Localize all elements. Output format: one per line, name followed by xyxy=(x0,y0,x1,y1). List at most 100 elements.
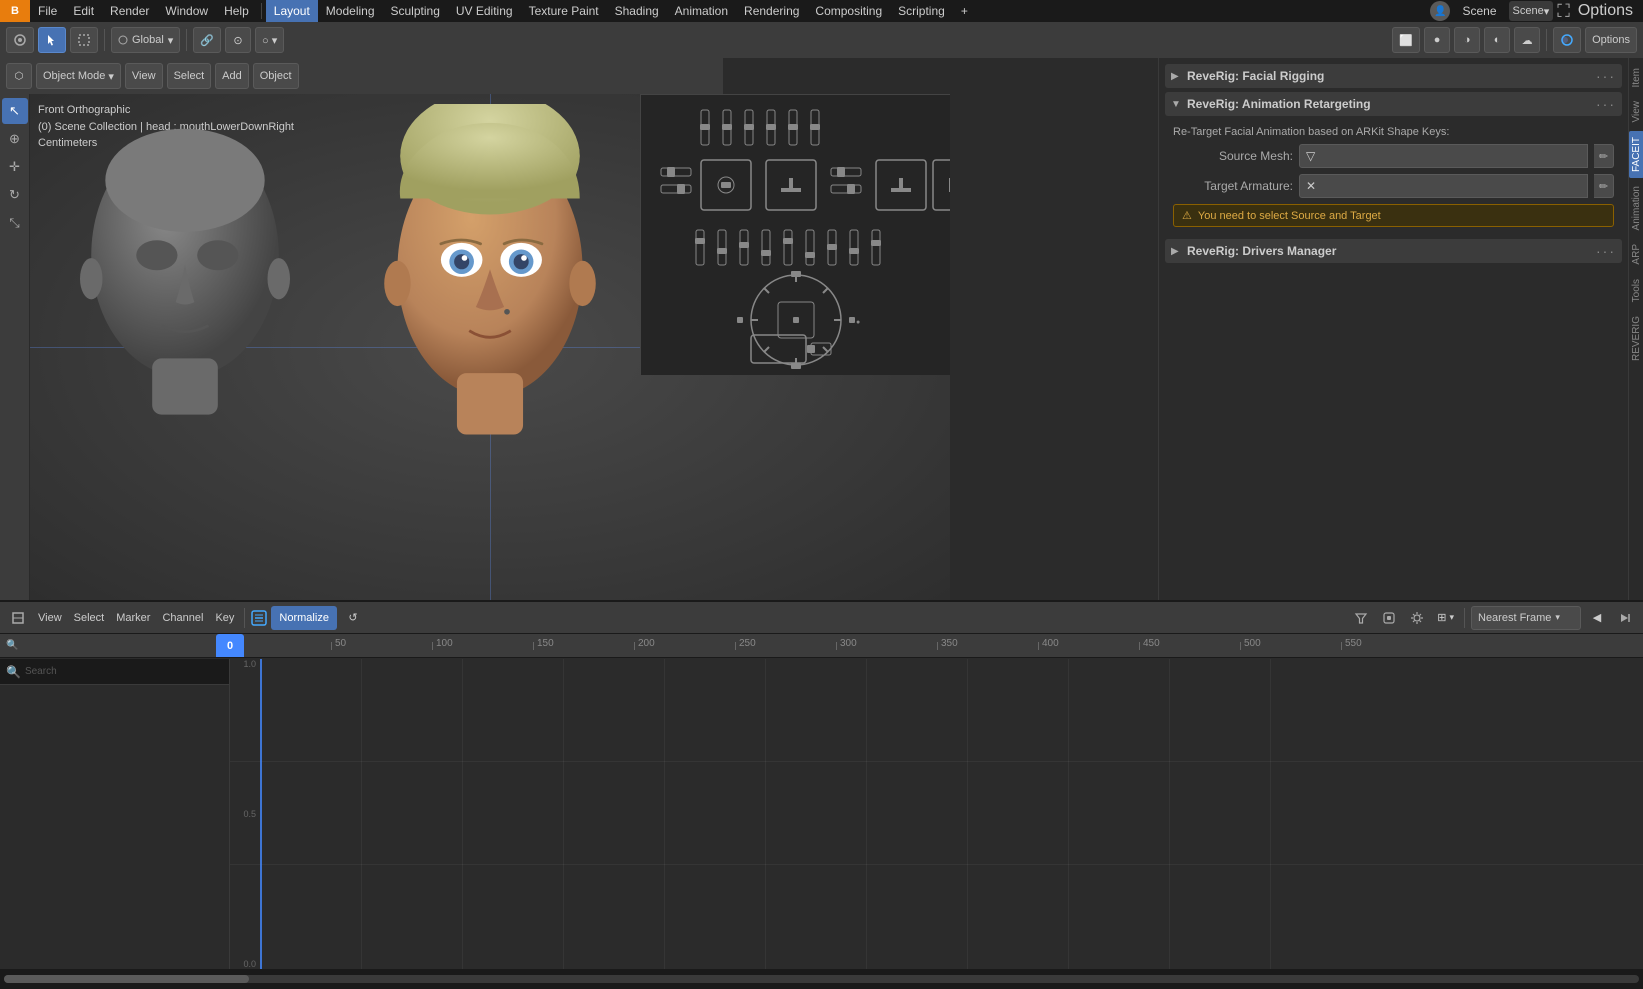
drivers-manager-header[interactable]: ▶ ReveRig: Drivers Manager ··· xyxy=(1165,239,1622,263)
mode-select[interactable]: Object Mode ▾ xyxy=(36,63,121,89)
rig-diagram: ● xyxy=(640,94,950,374)
select-box-btn[interactable] xyxy=(70,27,98,53)
interpolation-mode-select[interactable]: Nearest Frame ▾ xyxy=(1471,606,1581,630)
scale-tool[interactable]: ⤡ xyxy=(2,210,28,236)
timeline-ruler[interactable]: 🔍 0 50 100 150 200 xyxy=(0,634,1643,658)
shading-wireframe-btn[interactable]: ☁ xyxy=(1514,27,1540,53)
prev-frame-btn[interactable]: ◀ xyxy=(1585,606,1609,630)
timeline-view-menu[interactable]: View xyxy=(34,606,66,630)
move-tool[interactable]: ✛ xyxy=(2,154,28,180)
source-mesh-icon: ▽ xyxy=(1306,149,1315,163)
timeline-channel-menu[interactable]: Channel xyxy=(158,606,207,630)
settings-btn[interactable] xyxy=(1405,606,1429,630)
cursor-tool[interactable]: ⊕ xyxy=(2,126,28,152)
proportional-btn[interactable]: ⊙ xyxy=(225,27,251,53)
search-icon: 🔍 xyxy=(6,665,21,679)
view-menu[interactable]: View xyxy=(125,63,163,89)
display-filter-btn[interactable]: ⊞▾ xyxy=(1433,606,1458,630)
expand-icon[interactable]: ⛶ xyxy=(1557,1,1570,22)
sidebar-tab-item[interactable]: Item xyxy=(1629,62,1643,93)
menu-help[interactable]: Help xyxy=(216,0,257,22)
sidebar-tab-animation[interactable]: Animation xyxy=(1629,180,1643,236)
drivers-manager-title: ReveRig: Drivers Manager xyxy=(1187,244,1590,258)
proportional-type-btn[interactable]: ○ ▾ xyxy=(255,27,284,53)
menu-window[interactable]: Window xyxy=(157,0,216,22)
facial-rigging-dots[interactable]: ··· xyxy=(1596,68,1616,84)
timeline-search-bar[interactable]: 🔍 Search xyxy=(0,659,229,685)
sidebar-tab-faceit[interactable]: FACEIT xyxy=(1629,131,1643,178)
animation-retargeting-header[interactable]: ▼ ReveRig: Animation Retargeting ··· xyxy=(1165,92,1622,116)
shading-solid-btn[interactable]: ● xyxy=(1424,27,1450,53)
workspace-uv-editing[interactable]: UV Editing xyxy=(448,0,521,22)
workspace-rendering[interactable]: Rendering xyxy=(736,0,807,22)
editor-type-btn[interactable]: ⬡ xyxy=(6,63,32,89)
scene-selector[interactable]: Scene ▾ xyxy=(1509,1,1554,21)
workspace-scripting[interactable]: Scripting xyxy=(890,0,953,22)
workspace-sculpting[interactable]: Sculpting xyxy=(383,0,448,22)
menu-file[interactable]: File xyxy=(30,0,65,22)
menu-render[interactable]: Render xyxy=(102,0,157,22)
add-menu[interactable]: Add xyxy=(215,63,249,89)
key-filter-btn[interactable] xyxy=(1377,606,1401,630)
user-avatar[interactable]: 👤 xyxy=(1430,1,1450,21)
timeline-key-menu[interactable]: Key xyxy=(211,606,238,630)
timeline-scrollbar[interactable] xyxy=(0,969,1643,989)
options-right-btn[interactable]: Options xyxy=(1585,27,1637,53)
rotate-tool[interactable]: ↻ xyxy=(2,182,28,208)
drivers-manager-dots[interactable]: ··· xyxy=(1596,243,1616,259)
refresh-btn[interactable]: ↺ xyxy=(341,606,365,630)
sidebar-tab-view[interactable]: View xyxy=(1629,95,1643,129)
sidebar-tab-arp[interactable]: ARP xyxy=(1629,238,1643,271)
workspace-layout[interactable]: Layout xyxy=(266,0,318,22)
workspace-compositing[interactable]: Compositing xyxy=(807,0,890,22)
object-menu[interactable]: Object xyxy=(253,63,299,89)
select-tool[interactable]: ↖ xyxy=(2,98,28,124)
timeline-playhead xyxy=(260,659,262,969)
target-armature-edit-btn[interactable]: ✏ xyxy=(1594,174,1614,198)
timeline-select-menu[interactable]: Select xyxy=(70,606,109,630)
animation-retargeting-arrow: ▼ xyxy=(1171,99,1181,110)
sidebar-tab-tools[interactable]: Tools xyxy=(1629,273,1643,308)
workspace-shading[interactable]: Shading xyxy=(607,0,667,22)
snap-btn[interactable]: 🔗 xyxy=(193,27,221,53)
workspace-animation[interactable]: Animation xyxy=(667,0,736,22)
source-mesh-edit-btn[interactable]: ✏ xyxy=(1594,144,1614,168)
shading-render-btn[interactable]: ◐ xyxy=(1484,27,1510,53)
transform-mode-select[interactable]: Global ▾ xyxy=(111,27,180,53)
target-armature-input[interactable]: ✕ xyxy=(1299,174,1588,198)
current-frame-indicator: 0 xyxy=(216,634,244,658)
options-button[interactable]: Options xyxy=(1574,2,1637,20)
animation-retargeting-content: Re-Target Facial Animation based on ARKi… xyxy=(1165,118,1622,235)
scrollbar-track[interactable] xyxy=(4,975,1639,983)
next-frame-btn[interactable] xyxy=(1613,606,1637,630)
viewport-3d[interactable]: Front Orthographic (0) Scene Collection … xyxy=(30,94,950,600)
timeline-toolbar: View Select Marker Channel Key Normalize… xyxy=(0,602,1643,634)
animation-retargeting-section: ▼ ReveRig: Animation Retargeting ··· Re-… xyxy=(1165,92,1622,235)
timeline-right-controls: ⊞▾ Nearest Frame ▾ ◀ xyxy=(1349,606,1637,630)
viewport-overlay-btn[interactable] xyxy=(1553,27,1581,53)
workspace-texture-paint[interactable]: Texture Paint xyxy=(521,0,607,22)
animation-retargeting-dots[interactable]: ··· xyxy=(1596,96,1616,112)
facial-rigging-header[interactable]: ▶ ReveRig: Facial Rigging ··· xyxy=(1165,64,1622,88)
scrollbar-thumb[interactable] xyxy=(4,975,249,983)
timeline-marker-menu[interactable]: Marker xyxy=(112,606,154,630)
menu-edit[interactable]: Edit xyxy=(65,0,102,22)
workspace-add[interactable]: + xyxy=(953,0,976,22)
source-mesh-input[interactable]: ▽ xyxy=(1299,144,1588,168)
timeline-editor-type[interactable] xyxy=(6,606,30,630)
facial-rigging-arrow: ▶ xyxy=(1171,71,1181,82)
normalize-btn[interactable]: Normalize xyxy=(271,606,337,630)
workspace-modeling[interactable]: Modeling xyxy=(318,0,383,22)
toggle-xray-btn[interactable]: ⬜ xyxy=(1392,27,1420,53)
select-menu[interactable]: Select xyxy=(167,63,212,89)
cursor-btn[interactable] xyxy=(38,27,66,53)
transform-gizmo-btn[interactable] xyxy=(6,27,34,53)
sidebar-tab-reverig[interactable]: REVERIG xyxy=(1629,310,1643,367)
head-model-right xyxy=(360,104,620,444)
shading-material-btn[interactable]: ◑ xyxy=(1454,27,1480,53)
retargeting-description: Re-Target Facial Animation based on ARKi… xyxy=(1173,126,1614,138)
top-menubar: BlenderB File Edit Render Window Help La… xyxy=(0,0,1643,22)
timeline-canvas[interactable]: 1.0 0.5 0.0 xyxy=(230,659,1643,969)
timeline-content[interactable]: 🔍 Search 1.0 0.5 0.0 xyxy=(0,659,1643,969)
filter-btn[interactable] xyxy=(1349,606,1373,630)
